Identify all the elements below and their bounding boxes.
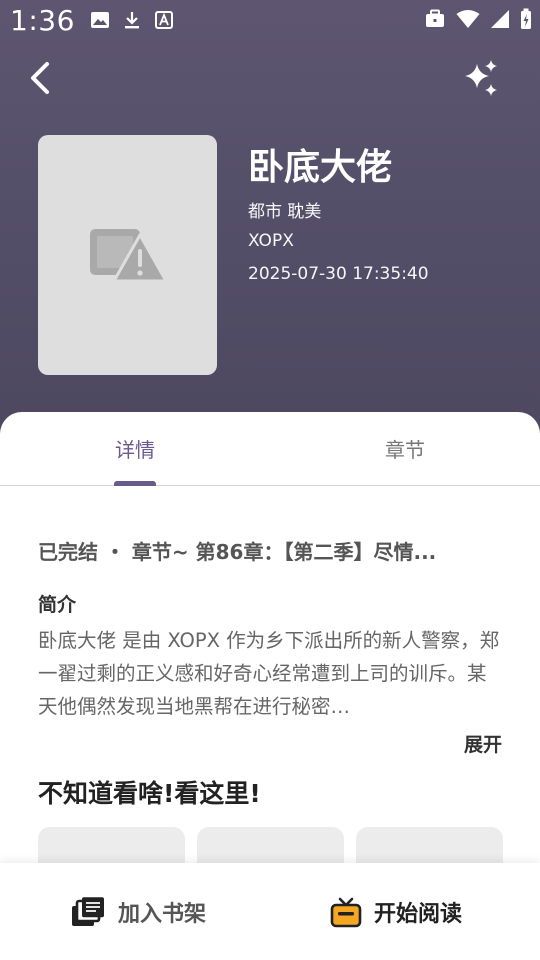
notification-icons bbox=[90, 10, 174, 30]
start-reading-button[interactable]: 开始阅读 bbox=[330, 896, 462, 928]
book-cover[interactable] bbox=[38, 135, 217, 375]
recommend-card[interactable] bbox=[38, 827, 185, 867]
intro-text: 卧底大佬 是由 XOPX 作为乡下派出所的新人警察，郑一翟过剩的正义感和好奇心经… bbox=[38, 629, 500, 718]
recommend-card[interactable] bbox=[356, 827, 503, 867]
tab-bar: 详情 章节 bbox=[0, 412, 540, 486]
recommend-title: 不知道看啥!看这里! bbox=[38, 779, 261, 808]
image-error-icon bbox=[90, 229, 168, 283]
briefcase-icon bbox=[426, 9, 444, 27]
intro-label: 简介 bbox=[38, 594, 77, 616]
book-tags: 都市 耽美 bbox=[248, 202, 322, 222]
sparkle-button[interactable] bbox=[460, 58, 502, 100]
tab-details[interactable]: 详情 bbox=[95, 434, 175, 463]
status-bar: 1:36 bbox=[0, 0, 540, 44]
text-box-icon bbox=[155, 11, 173, 29]
expand-button[interactable]: 展开 bbox=[464, 730, 502, 757]
recommend-card[interactable] bbox=[197, 827, 344, 867]
book-updated-date: 2025-07-30 17:35:40 bbox=[248, 264, 429, 284]
tab-indicator bbox=[114, 481, 156, 486]
start-reading-label: 开始阅读 bbox=[374, 902, 463, 927]
download-icon bbox=[125, 12, 139, 29]
back-button[interactable] bbox=[24, 58, 60, 98]
bottom-action-bar: 加入书架 开始阅读 bbox=[0, 863, 540, 960]
status-time: 1:36 bbox=[10, 4, 75, 37]
system-icons bbox=[424, 8, 532, 30]
bookshelf-icon bbox=[72, 897, 104, 926]
add-to-shelf-button[interactable]: 加入书架 bbox=[70, 896, 206, 928]
chevron-left-icon bbox=[31, 62, 49, 94]
image-icon bbox=[91, 12, 109, 28]
book-title: 卧底大佬 bbox=[248, 147, 393, 188]
tv-icon bbox=[330, 897, 362, 928]
signal-icon bbox=[491, 10, 509, 28]
wifi-icon bbox=[456, 10, 480, 28]
battery-charging-icon bbox=[521, 8, 531, 29]
tab-chapters[interactable]: 章节 bbox=[365, 434, 445, 463]
book-author: XOPX bbox=[248, 231, 294, 251]
book-status-line[interactable]: 已完结 ・ 章节~ 第86章：【第二季】尽情... bbox=[38, 536, 436, 565]
add-to-shelf-label: 加入书架 bbox=[118, 902, 207, 927]
sparkle-icon bbox=[465, 60, 497, 96]
